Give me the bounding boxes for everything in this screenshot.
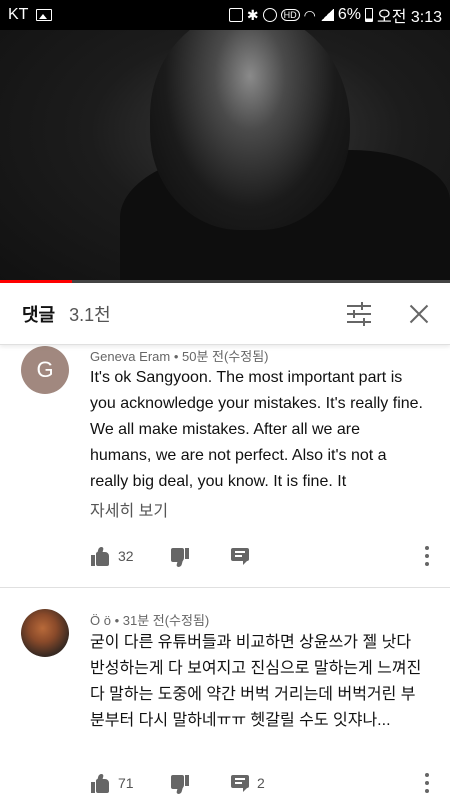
thumb-up-icon[interactable]: [91, 774, 109, 793]
comment-actions: 71 2: [0, 771, 450, 800]
more-vert-icon[interactable]: [424, 546, 430, 568]
comment-text: 굳이 다른 유튜버들과 비교하면 상윤쓰가 젤 낫다 반성하는게 다 보여지고 …: [90, 634, 422, 729]
video-frame-head: [150, 30, 350, 230]
battery-icon: [364, 8, 373, 22]
signal-icon: [319, 9, 334, 21]
avatar[interactable]: [21, 609, 69, 657]
comment-meta: Ö ö • 31분 전(수정됨): [90, 613, 210, 628]
comment-text: It's ok Sangyoon. The most important par…: [90, 369, 423, 490]
like-count: 71: [118, 775, 134, 791]
video-player[interactable]: [0, 30, 450, 282]
battery-percent: 6%: [337, 6, 361, 23]
comments-count: 3.1천: [69, 304, 111, 325]
reply-icon[interactable]: [231, 548, 249, 565]
wifi-icon: ◠: [303, 6, 316, 23]
more-vert-icon[interactable]: [424, 773, 430, 795]
hd-label: HD: [280, 9, 300, 21]
thumb-up-icon[interactable]: [91, 547, 109, 566]
comment-actions: 32: [0, 544, 450, 574]
read-more-link[interactable]: 자세히 보기: [90, 497, 168, 521]
lock-icon: [228, 8, 243, 22]
comment-meta: Geneva Eram • 50분 전(수정됨): [90, 349, 269, 364]
thumb-down-icon[interactable]: [171, 775, 189, 794]
reply-icon[interactable]: [231, 775, 249, 792]
like-count: 32: [118, 548, 134, 564]
bluetooth-icon: ✱: [246, 6, 259, 23]
sort-icon[interactable]: [345, 301, 373, 327]
avatar-letter: G: [36, 357, 54, 382]
reply-count: 2: [257, 775, 265, 791]
alarm-icon: [262, 8, 277, 22]
comments-header: 댓글 3.1천: [0, 283, 450, 345]
close-icon[interactable]: [406, 301, 432, 327]
comments-title: 댓글: [22, 304, 56, 325]
thumb-down-icon[interactable]: [171, 548, 189, 567]
image-icon: [36, 9, 53, 21]
divider: [0, 587, 450, 588]
carrier-label: KT: [8, 6, 29, 23]
clock: 오전 3:13: [376, 9, 442, 26]
status-bar: KT ✱ HD ◠ 6% 오전 3:13: [0, 0, 450, 30]
avatar[interactable]: G: [21, 346, 69, 394]
